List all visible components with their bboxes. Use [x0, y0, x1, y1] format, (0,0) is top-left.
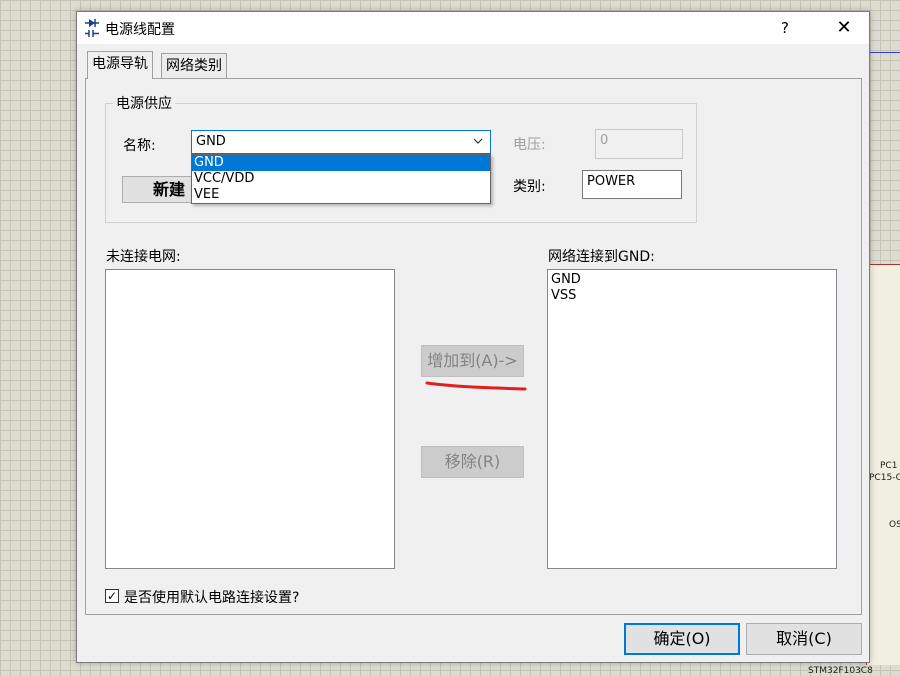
dropdown-option-vee[interactable]: VEE — [192, 187, 490, 203]
voltage-label: 电压: — [513, 137, 546, 153]
red-underline-annotation — [425, 381, 527, 391]
default-connection-label: 是否使用默认电路连接设置? — [124, 590, 300, 606]
title-bar[interactable]: 电源线配置 ? ✕ — [77, 12, 869, 44]
tab-power-rails[interactable]: 电源导轨 — [87, 51, 153, 79]
name-combobox-value: GND — [196, 134, 226, 149]
voltage-input[interactable]: 0 — [595, 129, 683, 159]
power-supply-group-label: 电源供应 — [113, 93, 175, 113]
add-to-button[interactable]: 增加到(A)-> — [421, 345, 524, 377]
class-label: 类别: — [513, 179, 546, 195]
power-rail-icon — [85, 19, 99, 37]
schematic-pin-label: OS — [889, 520, 900, 530]
class-input[interactable]: POWER — [582, 170, 682, 199]
connected-nets-label: 网络连接到GND: — [548, 249, 655, 265]
list-item[interactable]: GND — [548, 272, 836, 288]
unconnected-nets-label: 未连接电网: — [106, 249, 181, 265]
help-button[interactable]: ? — [767, 12, 803, 44]
window-title: 电源线配置 — [105, 22, 175, 38]
default-connection-checkbox[interactable]: ✓ — [105, 589, 119, 603]
dropdown-option-gnd[interactable]: GND — [192, 155, 490, 171]
name-label: 名称: — [123, 138, 156, 154]
cancel-button[interactable]: 取消(C) — [746, 623, 862, 655]
connected-nets-list[interactable]: GND VSS — [547, 269, 837, 569]
name-combobox[interactable]: GND — [191, 130, 491, 154]
power-rail-dialog: 电源线配置 ? ✕ 电源导轨 网络类别 电源供应 名称: GND GND VCC… — [76, 11, 870, 663]
schematic-pin-label: PC1 — [880, 461, 898, 471]
tab-net-classes[interactable]: 网络类别 — [161, 53, 227, 79]
name-dropdown-list: GND VCC/VDD VEE — [191, 154, 491, 204]
chevron-down-icon[interactable] — [472, 135, 484, 147]
dropdown-option-vcc-vdd[interactable]: VCC/VDD — [192, 171, 490, 187]
list-item[interactable]: VSS — [548, 288, 836, 304]
new-button[interactable]: 新建 — [122, 176, 192, 203]
ok-button[interactable]: 确定(O) — [624, 623, 740, 655]
schematic-pin-label: PC15-O — [869, 473, 900, 483]
schematic-wire — [870, 52, 900, 53]
schematic-part-name: STM32F103C8 — [808, 666, 873, 676]
close-button[interactable]: ✕ — [821, 12, 867, 44]
unconnected-nets-list[interactable] — [105, 269, 395, 569]
remove-button[interactable]: 移除(R) — [421, 446, 524, 478]
